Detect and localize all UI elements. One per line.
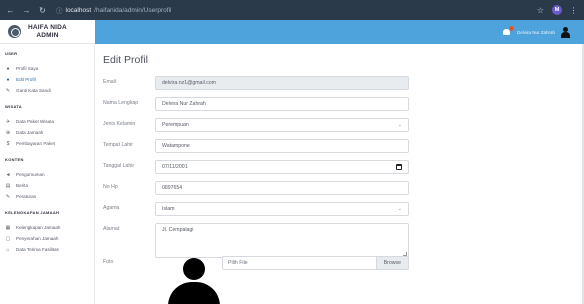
document-icon: ▢ xyxy=(5,235,11,242)
gender-label: Jenis Kelamin xyxy=(103,121,136,127)
sidebar: USER ● Profil Saya ● Edit Profil ✎ Ganti… xyxy=(0,44,95,304)
sidebar-item-penyerahan-jamaah[interactable]: ▢ Penyerahan Jamaah xyxy=(0,233,94,244)
address-value: Jl. Cempalagi xyxy=(162,227,194,233)
bag-icon: ⌂ xyxy=(6,246,10,253)
calendar-icon[interactable] xyxy=(396,164,402,170)
phone-value: 0897654 xyxy=(162,185,183,191)
phone-field[interactable]: 0897654 xyxy=(155,181,409,195)
back-arrow-icon[interactable]: ← xyxy=(6,6,15,15)
name-label: Nama Lengkap xyxy=(103,100,139,106)
page-title: Edit Profil xyxy=(103,54,148,66)
sidebar-item-label: Ganti Kata Sandi xyxy=(16,88,51,93)
plane-icon: ✈ xyxy=(5,118,11,125)
browser-toolbar: ← → ↻ ⓘ localhost/haifanida/admin/Userpr… xyxy=(0,0,584,20)
users-icon: ⊕ xyxy=(5,129,11,136)
brand-line-1: HAIFA NIDA xyxy=(28,23,67,31)
sidebar-item-ganti-kata-sandi[interactable]: ✎ Ganti Kata Sandi xyxy=(0,85,94,96)
notification-badge xyxy=(508,25,514,31)
user-edit-icon: ● xyxy=(6,76,10,83)
chevron-down-icon: ⌄ xyxy=(397,206,402,212)
gender-select[interactable]: Perempuan ⌄ xyxy=(155,118,409,132)
sidebar-item-pembayaran-paket[interactable]: $ Pembayaran Paket xyxy=(0,138,94,149)
birthplace-value: Watampone xyxy=(162,143,190,149)
browse-button[interactable]: Browse xyxy=(375,257,408,269)
folder-icon: ▦ xyxy=(5,224,11,231)
sidebar-item-label: Berita xyxy=(16,183,29,188)
notification-bell-icon[interactable] xyxy=(502,25,514,37)
religion-label: Agama xyxy=(103,205,120,211)
file-placeholder: Pilih File xyxy=(228,260,248,266)
sidebar-item-data-paket-wisata[interactable]: ✈ Data Paket Wisata xyxy=(0,116,94,127)
address-label: Alamat xyxy=(103,226,120,232)
brand[interactable]: HAIFA NIDA ADMIN xyxy=(0,20,95,44)
email-value: delvira.nz1@gmail.com xyxy=(162,80,216,86)
reload-icon[interactable]: ↻ xyxy=(38,6,47,15)
sidebar-item-edit-profil[interactable]: ● Edit Profil xyxy=(0,74,94,85)
sidebar-item-label: Edit Profil xyxy=(16,77,36,82)
gender-value: Perempuan xyxy=(162,122,189,128)
user-icon: ● xyxy=(6,65,10,72)
site-info-icon[interactable]: ⓘ xyxy=(56,5,63,15)
address-textarea[interactable]: Jl. Cempalagi xyxy=(155,223,409,258)
birthplace-field[interactable]: Watampone xyxy=(155,139,409,153)
megaphone-icon: ◄ xyxy=(5,171,11,178)
chevron-down-icon: ⌄ xyxy=(397,122,402,128)
photo-label: Foto xyxy=(103,259,114,265)
sidebar-item-label: Peraturan xyxy=(16,194,37,199)
sidebar-item-label: Penyerahan Jamaah xyxy=(16,236,59,241)
payment-icon: $ xyxy=(6,140,10,147)
religion-value: Islam xyxy=(162,206,175,212)
sidebar-item-berita[interactable]: ▤ Berita xyxy=(0,180,94,191)
topbar-user-name[interactable]: Delvira Nur Zahrah xyxy=(517,30,555,35)
birthplace-label: Tempat Lahir xyxy=(103,142,133,148)
forward-arrow-icon[interactable]: → xyxy=(22,6,31,15)
brand-line-2: ADMIN xyxy=(36,31,59,39)
address-bar[interactable]: ⓘ localhost/haifanida/admin/Userprofil xyxy=(56,5,172,16)
url-path: /haifanida/admin/Userprofil xyxy=(94,6,172,14)
name-value: Delvira Nur Zahrah xyxy=(162,101,206,107)
sidebar-item-peraturan[interactable]: ✎ Peraturan xyxy=(0,191,94,202)
sidebar-item-data-terima-fasilitas[interactable]: ⌂ Data Terima Fasilitas xyxy=(0,244,94,255)
sidebar-item-kelengkapan-jamaah[interactable]: ▦ Kelengkapan Jamaah xyxy=(0,222,94,233)
news-icon: ▤ xyxy=(5,182,11,189)
email-field: delvira.nz1@gmail.com xyxy=(155,76,409,90)
brand-logo-icon xyxy=(8,25,21,38)
sidebar-item-label: Kelengkapan Jamaah xyxy=(16,225,61,230)
key-icon: ✎ xyxy=(5,87,11,94)
email-label: Email xyxy=(103,79,116,85)
topbar: Delvira Nur Zahrah xyxy=(95,20,584,44)
birthdate-field[interactable]: 07/11/2001 xyxy=(155,160,409,174)
profile-photo-placeholder xyxy=(166,258,222,304)
bookmark-star-icon[interactable]: ☆ xyxy=(536,6,545,15)
brand-title: HAIFA NIDA ADMIN xyxy=(28,24,67,40)
browser-menu-icon[interactable]: ⋮ xyxy=(569,6,578,15)
phone-label: No Hp xyxy=(103,184,118,190)
url-host: localhost xyxy=(65,6,92,14)
sidebar-item-label: Profil Saya xyxy=(16,66,39,71)
sidebar-item-label: Data Jamaah xyxy=(16,130,44,135)
browser-profile-icon[interactable]: M xyxy=(552,5,562,15)
sidebar-item-label: Pengumuman xyxy=(16,172,45,177)
user-avatar-icon[interactable] xyxy=(561,26,570,38)
sidebar-item-label: Pembayaran Paket xyxy=(16,141,56,146)
photo-file-input[interactable]: Pilih File Browse xyxy=(222,256,409,270)
religion-select[interactable]: Islam ⌄ xyxy=(155,202,409,216)
sidebar-item-profil-saya[interactable]: ● Profil Saya xyxy=(0,63,94,74)
birthdate-label: Tanggal Lahir xyxy=(103,163,135,169)
sidebar-item-pengumuman[interactable]: ◄ Pengumuman xyxy=(0,169,94,180)
name-field[interactable]: Delvira Nur Zahrah xyxy=(155,97,409,111)
sidebar-item-data-jamaah[interactable]: ⊕ Data Jamaah xyxy=(0,127,94,138)
birthdate-value: 07/11/2001 xyxy=(162,164,188,170)
sidebar-item-label: Data Paket Wisata xyxy=(16,119,55,124)
main-content: Edit Profil Email delvira.nz1@gmail.com … xyxy=(95,44,584,304)
pencil-icon: ✎ xyxy=(5,193,11,200)
sidebar-item-label: Data Terima Fasilitas xyxy=(16,247,59,252)
